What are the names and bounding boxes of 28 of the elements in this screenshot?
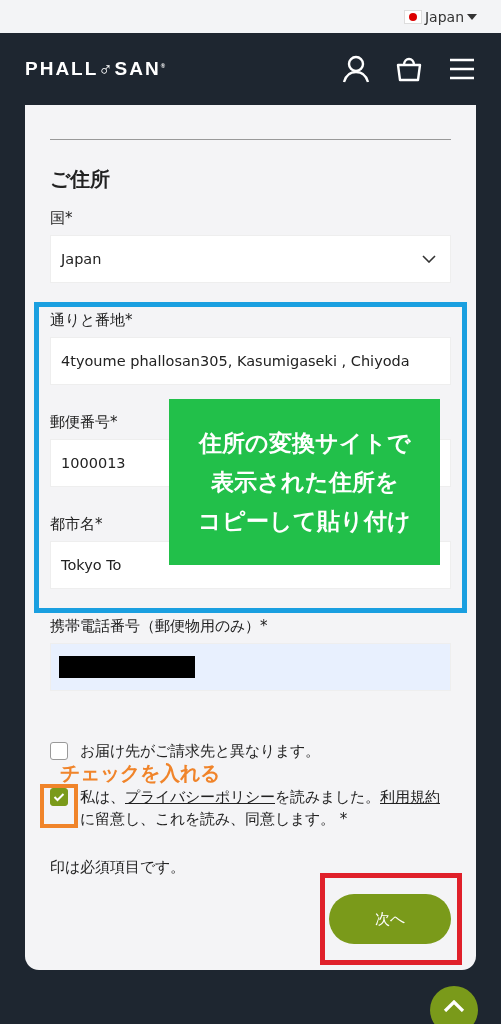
input-field[interactable]: 4tyoume phallosan305, Kasumigaseki , Chiyoda (50, 337, 451, 385)
field-label: 都市名* (50, 515, 103, 533)
flag-icon (403, 9, 422, 24)
country-select[interactable]: Japan (50, 235, 451, 283)
section-heading: ご住所 (50, 166, 111, 193)
annotation-tooltip: 住所の変換サイトで 表示された住所を コピーして貼り付け (169, 399, 440, 565)
field-label: 郵便番号* (50, 413, 118, 431)
checkbox[interactable] (50, 788, 68, 806)
field-label: 国* (50, 209, 73, 227)
link[interactable]: プライバシーポリシー (125, 788, 275, 806)
input-field[interactable] (50, 643, 451, 691)
account-icon[interactable] (342, 55, 370, 83)
caret-icon (467, 13, 477, 20)
link[interactable]: 利用規約 (380, 788, 440, 806)
checkbox[interactable] (50, 742, 68, 760)
checkbox-label: お届け先がご請求先と異なります。 (80, 741, 320, 762)
field-label: 携帯電話番号（郵便物用のみ）* (50, 617, 268, 635)
checkbox-label: 私は、プライバシーポリシーを読みました。利用規約 に留意し、これを読み、同意します。 * (80, 787, 441, 830)
chevron-up-icon (443, 1000, 465, 1012)
annotation-text: チェックを入れる (60, 763, 220, 783)
logo[interactable]: PHALL♂SAN$^{®}$ (25, 58, 168, 80)
scroll-top-button[interactable] (430, 986, 478, 1024)
bag-icon[interactable] (395, 55, 423, 83)
field-label: 通りと番地* (50, 311, 133, 329)
chevron-down-icon[interactable] (422, 255, 436, 263)
required-note: 印は必須項目です。 (50, 858, 185, 876)
language-selector[interactable]: Japan (403, 8, 477, 25)
check-icon (53, 792, 65, 802)
